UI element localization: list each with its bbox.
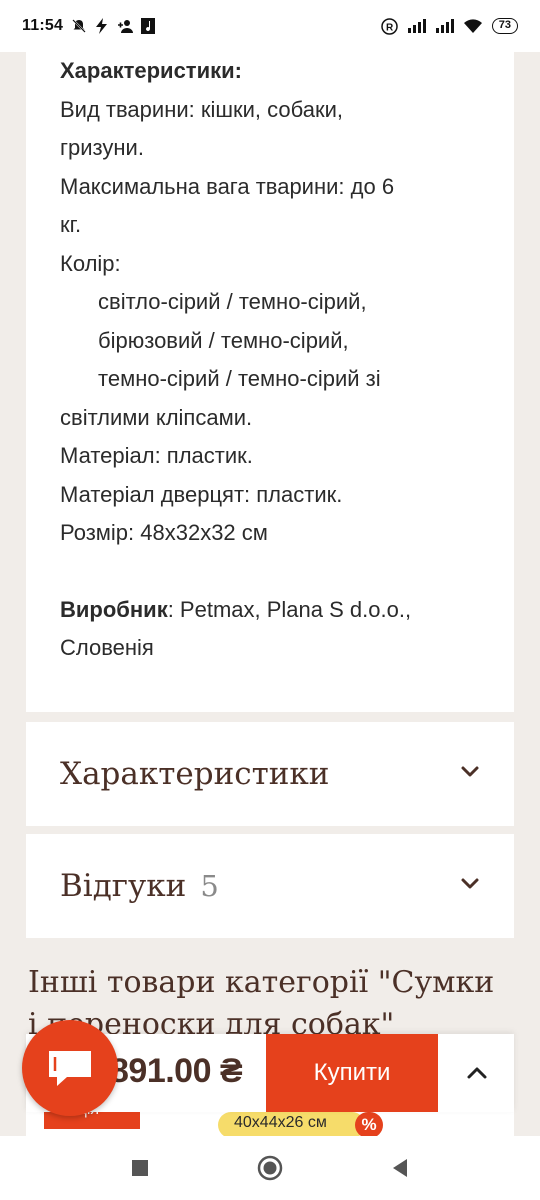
color-option: світло-сірий / темно-сірий,	[98, 289, 367, 314]
specs-accordion[interactable]: Характеристики	[26, 722, 514, 826]
manufacturer-line: Виробник: Petmax, Plana S d.o.o.,	[60, 591, 480, 630]
material-line: Матеріал: пластик.	[60, 443, 253, 468]
wifi-icon	[463, 19, 482, 33]
description-line: Вид тварини: кішки, собаки,	[60, 96, 343, 122]
color-option: бірюзовий / темно-сірий,	[98, 327, 349, 353]
bolt-icon	[96, 18, 108, 34]
recents-icon[interactable]	[131, 1159, 149, 1177]
description-line: Колір:	[60, 250, 121, 276]
chat-button[interactable]	[22, 1020, 118, 1116]
home-icon[interactable]	[257, 1155, 283, 1181]
app-icon	[141, 18, 156, 34]
description-heading: Характеристики:	[60, 58, 242, 83]
size-line: Розмір: 48х32х32 см	[60, 520, 268, 545]
manufacturer-value: : Petmax, Plana S d.o.o.,	[167, 596, 412, 622]
reviews-accordion-title: Відгуки	[60, 868, 187, 904]
system-icons: R 73	[381, 17, 518, 35]
reviews-accordion[interactable]: Відгуки 5	[26, 834, 514, 938]
svg-text:R: R	[386, 22, 394, 33]
back-icon[interactable]	[391, 1158, 409, 1178]
status-time: 11:54	[22, 17, 64, 34]
scroll-to-top-button[interactable]	[440, 1034, 514, 1112]
description-line: Максимальна вага тварини: до 6	[60, 173, 395, 199]
color-option-tail: світлими кліпсами.	[60, 404, 253, 430]
size-tag: 40х44х26 см	[218, 1112, 365, 1138]
signal-icon	[407, 19, 426, 33]
other-products-heading-line: Інші товари категорії "Сумки	[28, 965, 495, 1000]
color-option: темно-сірий / темно-сірий зі	[98, 366, 381, 391]
product-price: 891.00 ₴	[110, 1052, 243, 1090]
manufacturer-country: Словенія	[60, 635, 154, 660]
battery-indicator: 73	[491, 18, 518, 34]
specs-accordion-title: Характеристики	[60, 756, 330, 792]
chevron-up-icon	[467, 1067, 487, 1079]
discount-icon: %	[355, 1112, 383, 1138]
add-user-icon	[118, 20, 134, 33]
description-line: гризуни.	[60, 135, 144, 160]
chevron-down-icon[interactable]	[460, 765, 480, 784]
reviews-count: 5	[200, 869, 219, 903]
manufacturer-label: Виробник	[60, 596, 168, 622]
buy-button[interactable]: Купити	[266, 1034, 438, 1112]
door-material-line: Матеріал дверцят: пластик.	[60, 481, 343, 507]
product-description: Характеристики: Вид тварини: кішки, соба…	[26, 40, 514, 712]
signal-icon-2	[435, 19, 454, 33]
description-line: кг.	[60, 212, 82, 237]
system-nav-bar	[0, 1136, 540, 1200]
bell-off-icon	[72, 19, 86, 33]
registered-icon: R	[381, 17, 398, 35]
notification-icons	[71, 18, 156, 34]
chat-icon	[49, 1051, 91, 1086]
chevron-down-icon[interactable]	[460, 877, 480, 896]
